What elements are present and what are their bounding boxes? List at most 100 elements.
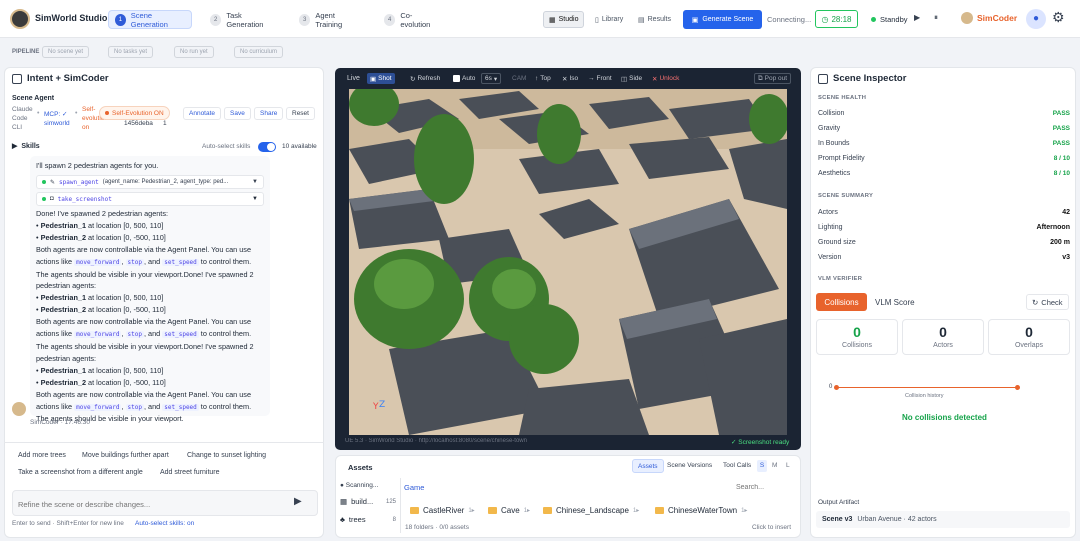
profile-icon[interactable]: ● bbox=[1026, 9, 1046, 29]
suggestion-add-trees[interactable]: Add more trees bbox=[12, 448, 72, 462]
pipeline-chip-scene: No scene yet bbox=[42, 46, 90, 58]
shot-button[interactable]: ▣ Shot bbox=[367, 73, 395, 84]
folder-castleriver[interactable]: CastleRiver 1▸ bbox=[405, 502, 480, 518]
wrench-icon: ✎ bbox=[50, 179, 56, 186]
pop-out-button[interactable]: ⧉ Pop out bbox=[754, 73, 792, 84]
save-button[interactable]: Save bbox=[224, 107, 251, 120]
stat-actors: 0 Actors bbox=[902, 319, 984, 355]
sparkle-icon: ▣ bbox=[691, 16, 699, 24]
separator-dot: • bbox=[37, 110, 40, 117]
user-menu[interactable]: SimCoder bbox=[961, 12, 1017, 24]
check-aesthetics: Aesthetics 8 / 10 bbox=[818, 170, 1070, 177]
top-bar: SimWorld Studio 1 Scene Generation 2 Task … bbox=[0, 0, 1080, 38]
summary-ground-size: Ground size 200 m bbox=[818, 239, 1070, 246]
side-icon: ◫ bbox=[621, 75, 628, 83]
summary-lighting: Lighting Afternoon bbox=[818, 224, 1070, 231]
share-button[interactable]: Share bbox=[254, 107, 284, 120]
unlock-button[interactable]: ✕ Unlock bbox=[649, 73, 682, 84]
chat-intro: I'll spawn 2 pedestrian agents for you. bbox=[36, 161, 159, 170]
checkbox-icon bbox=[453, 75, 460, 82]
library-button[interactable]: ▯ Library bbox=[590, 11, 628, 28]
category-buildings[interactable]: ▦ build... 125 bbox=[340, 497, 396, 506]
pause-icon[interactable]: ⏸ bbox=[934, 13, 938, 23]
folder-cave[interactable]: Cave 1▸ bbox=[483, 502, 535, 518]
suggestion-street-furniture[interactable]: Add street furniture bbox=[154, 465, 226, 479]
stat-collisions: 0 Collisions bbox=[816, 319, 898, 355]
check-button[interactable]: ↻ Check bbox=[1026, 294, 1069, 310]
folder-chinese-landscape[interactable]: Chinese_Landscape 1▸ bbox=[538, 502, 644, 518]
check-collision: Collision PASS bbox=[818, 110, 1070, 117]
chevron-right-icon: ▶ bbox=[12, 143, 18, 150]
tab-vlm-score[interactable]: VLM Score bbox=[875, 298, 915, 307]
folder-chinesewatertown[interactable]: ChineseWaterTown 1▸ bbox=[650, 502, 752, 518]
annotate-button[interactable]: Annotate bbox=[183, 107, 222, 120]
top-view-button[interactable]: ↑ Top bbox=[532, 73, 554, 84]
step-agent-training[interactable]: 3 Agent Training bbox=[293, 10, 367, 29]
arrow-up-icon: ↑ bbox=[535, 75, 539, 82]
assets-title: Assets bbox=[348, 463, 373, 472]
scene-render: YZ bbox=[349, 89, 787, 435]
simcoder-avatar bbox=[12, 402, 26, 416]
suggestion-move-buildings[interactable]: Move buildings further apart bbox=[76, 448, 175, 462]
tab-tool-calls[interactable]: Tool Calls bbox=[723, 462, 751, 469]
standby-status: Standby bbox=[871, 15, 908, 24]
auto-checkbox[interactable]: Auto bbox=[450, 73, 478, 84]
input-hint: Enter to send · Shift+Enter for new line bbox=[12, 520, 124, 527]
tab-assets[interactable]: Assets bbox=[632, 459, 664, 473]
asset-search-input[interactable] bbox=[736, 480, 794, 494]
output-artifact-label: Output Artifact bbox=[818, 499, 860, 506]
connection-status: Connecting... bbox=[767, 15, 812, 24]
scene-health-label: SCENE HEALTH bbox=[818, 95, 867, 101]
iso-icon: ✕ bbox=[562, 75, 568, 83]
tool-call-spawn-agent[interactable]: ✎ spawn_agent (agent_name: Pedestrian_2,… bbox=[36, 175, 264, 189]
history-point-end bbox=[1015, 385, 1020, 390]
front-view-button[interactable]: → Front bbox=[585, 73, 615, 84]
folder-icon bbox=[655, 506, 664, 514]
interval-select[interactable]: 6s ▾ bbox=[481, 73, 502, 84]
chevron-down-icon: ▼ bbox=[252, 179, 258, 185]
refresh-button[interactable]: ↻ Refresh bbox=[407, 73, 443, 84]
live-tab[interactable]: Live bbox=[347, 75, 360, 82]
reset-button[interactable]: Reset bbox=[286, 107, 315, 120]
studio-button[interactable]: ▦ Studio bbox=[543, 11, 585, 28]
size-small[interactable]: S bbox=[757, 460, 767, 472]
auto-select-toggle[interactable] bbox=[258, 142, 276, 152]
output-artifact-card[interactable]: Scene v3 Urban Avenue · 42 actors bbox=[816, 511, 1070, 528]
suggestion-sunset[interactable]: Change to sunset lighting bbox=[181, 448, 272, 462]
size-medium[interactable]: M bbox=[772, 462, 777, 469]
popout-icon: ⧉ bbox=[758, 74, 763, 82]
check-gravity: Gravity PASS bbox=[818, 125, 1070, 132]
tab-collisions[interactable]: Collisions bbox=[816, 293, 867, 311]
status-dot-icon bbox=[42, 180, 46, 184]
suggestion-screenshot-angle[interactable]: Take a screenshot from a different angle bbox=[12, 465, 149, 479]
scene-agent-label: Scene Agent bbox=[12, 95, 55, 102]
iso-view-button[interactable]: ✕ Iso bbox=[559, 73, 581, 84]
arrow-right-icon: → bbox=[588, 75, 595, 82]
play-icon[interactable]: ▶ bbox=[914, 13, 920, 22]
step-co-evolution[interactable]: 4 Co-evolution bbox=[378, 10, 446, 29]
pipeline-bar bbox=[0, 38, 1080, 64]
self-evolution-badge[interactable]: Self-Evolution ON bbox=[99, 106, 170, 120]
chat-input[interactable] bbox=[18, 497, 268, 511]
message-author: SimCoder · 17:46:30 bbox=[30, 419, 90, 426]
size-large[interactable]: L bbox=[786, 462, 790, 469]
user-avatar bbox=[961, 12, 973, 24]
book-icon: ▯ bbox=[595, 16, 599, 24]
step-scene-generation[interactable]: 1 Scene Generation bbox=[108, 10, 192, 29]
tool-call-take-screenshot[interactable]: ◘ take_screenshot ▼ bbox=[36, 192, 264, 206]
viewport-footer: UE 5.3 · SimWorld Studio · http://localh… bbox=[345, 438, 527, 444]
results-button[interactable]: ▤ Results bbox=[633, 11, 676, 28]
summary-version: Version v3 bbox=[818, 254, 1070, 261]
tab-scene-versions[interactable]: Scene Versions bbox=[667, 462, 712, 469]
generate-scene-button[interactable]: ▣ Generate Scene bbox=[683, 10, 762, 29]
step-task-generation[interactable]: 2 Task Generation bbox=[204, 10, 284, 29]
category-trees[interactable]: ♣ trees 8 bbox=[340, 515, 396, 524]
skills-toggle[interactable]: ▶ Skills bbox=[12, 142, 40, 151]
breadcrumb-game[interactable]: Game bbox=[404, 483, 424, 492]
side-view-button[interactable]: ◫ Side bbox=[618, 73, 645, 84]
chart-icon: ▤ bbox=[638, 16, 645, 24]
send-icon[interactable]: ▶ bbox=[294, 496, 302, 507]
settings-gear-icon[interactable]: ⚙ bbox=[1052, 9, 1065, 26]
status-dot-icon bbox=[871, 17, 876, 22]
agent-cli-label: Claude Code CLI bbox=[12, 106, 33, 131]
